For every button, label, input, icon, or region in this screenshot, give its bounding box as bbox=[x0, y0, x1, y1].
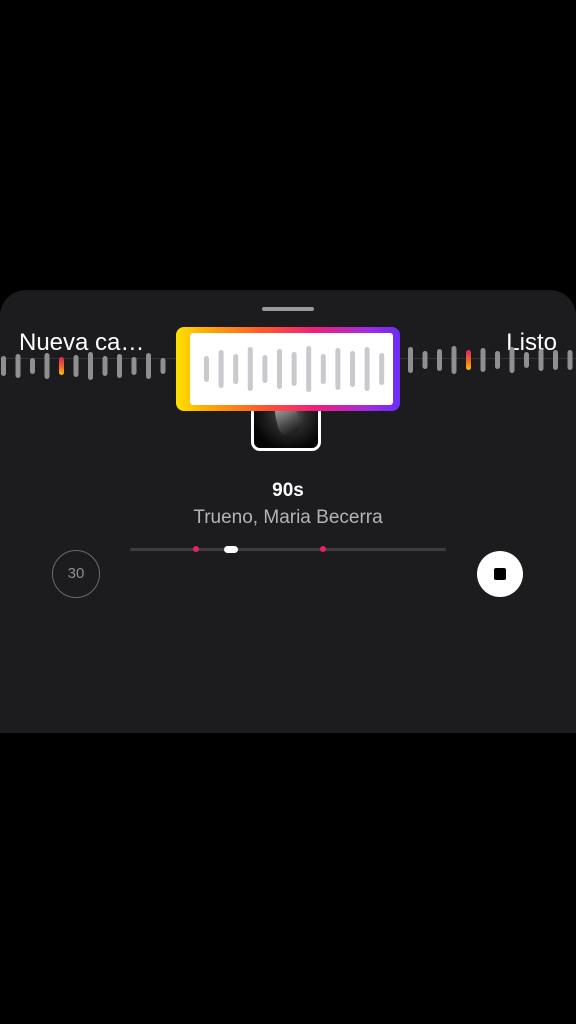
waveform-bar bbox=[306, 346, 312, 392]
waveform-bar bbox=[509, 347, 515, 373]
waveform-bar bbox=[350, 351, 355, 387]
waveform-bar bbox=[44, 353, 50, 379]
waveform-bar bbox=[364, 347, 370, 391]
waveform-bar bbox=[466, 350, 471, 370]
waveform-bar bbox=[335, 348, 341, 390]
selection-waveform bbox=[190, 333, 393, 405]
waveform-bar bbox=[567, 350, 573, 370]
waveform-bar bbox=[524, 352, 529, 368]
waveform-bar bbox=[146, 353, 151, 379]
song-title: 90s bbox=[272, 480, 304, 501]
clip-selection[interactable] bbox=[176, 327, 400, 411]
waveform-bar bbox=[117, 354, 122, 378]
waveform-bar bbox=[379, 353, 385, 385]
waveform-bar bbox=[131, 357, 137, 375]
waveform-bar bbox=[247, 347, 253, 391]
waveform-bar bbox=[495, 351, 500, 369]
waveform-bar bbox=[233, 354, 239, 384]
song-progress-track[interactable] bbox=[130, 546, 446, 553]
waveform-bar bbox=[204, 356, 209, 382]
waveform-bar bbox=[88, 352, 93, 380]
waveform-bar bbox=[320, 354, 326, 384]
waveform-bar bbox=[291, 352, 297, 386]
lyric-marker bbox=[193, 546, 199, 552]
song-artist: Trueno, Maria Becerra bbox=[193, 507, 383, 528]
waveform-bar bbox=[408, 347, 413, 373]
waveform-bar bbox=[15, 354, 21, 378]
waveform-bar bbox=[451, 346, 457, 374]
sheet-grabber[interactable] bbox=[262, 307, 314, 311]
waveform-bar bbox=[553, 350, 558, 370]
duration-button[interactable]: 30 bbox=[52, 550, 100, 598]
lyric-marker bbox=[320, 546, 326, 552]
waveform-bar bbox=[218, 350, 224, 388]
waveform-bar bbox=[422, 351, 428, 369]
waveform-bar bbox=[73, 355, 79, 377]
waveform-bar bbox=[277, 349, 282, 389]
waveform-bar bbox=[437, 349, 442, 371]
song-progress-thumb[interactable] bbox=[224, 546, 238, 553]
waveform-bar bbox=[480, 348, 486, 372]
waveform-bar bbox=[160, 358, 166, 374]
waveform-bar bbox=[262, 355, 268, 383]
waveform-bar bbox=[30, 358, 35, 374]
waveform-bar bbox=[59, 357, 64, 375]
waveform-bar bbox=[1, 356, 6, 376]
stop-button[interactable] bbox=[477, 551, 523, 597]
waveform-bar bbox=[538, 349, 544, 371]
waveform-bar bbox=[102, 356, 108, 376]
stop-icon bbox=[494, 568, 506, 580]
